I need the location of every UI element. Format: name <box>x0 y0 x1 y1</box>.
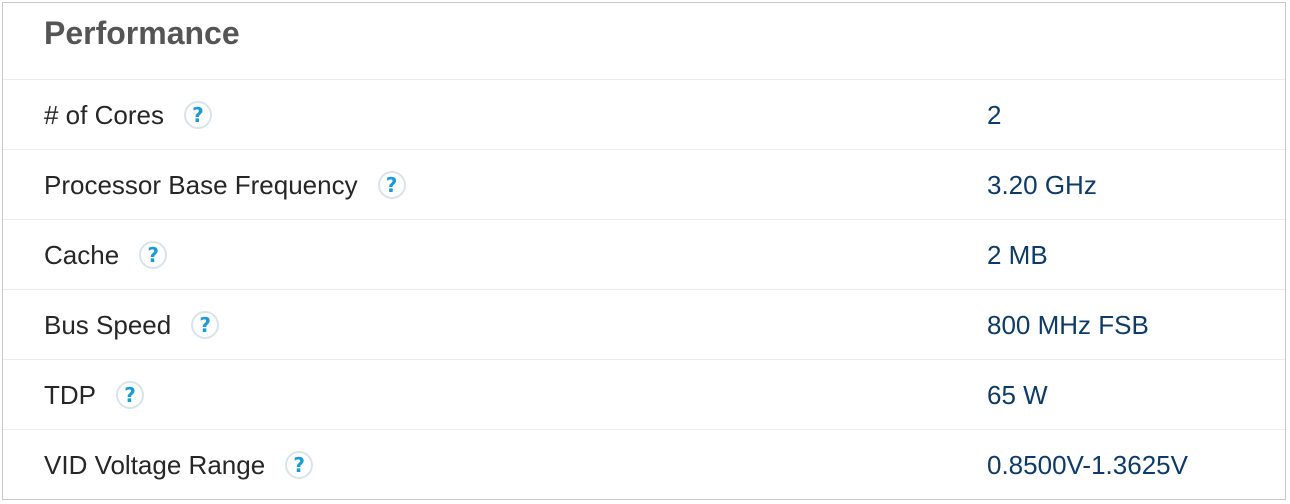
spec-value: 65 W <box>987 379 1048 410</box>
performance-spec-panel: Performance # of Cores ? 2 Processor Bas… <box>2 2 1286 500</box>
spec-label-group: Cache ? <box>44 220 168 290</box>
help-symbol: ? <box>147 243 159 267</box>
spec-row-base-frequency: Processor Base Frequency ? 3.20 GHz <box>3 150 1285 220</box>
question-mark-icon[interactable]: ? <box>377 171 406 199</box>
spec-row-cache: Cache ? 2 MB <box>3 220 1285 290</box>
question-mark-icon[interactable]: ? <box>285 451 314 479</box>
question-mark-icon[interactable]: ? <box>183 101 212 129</box>
spec-value: 800 MHz FSB <box>987 309 1149 340</box>
spec-row-bus-speed: Bus Speed ? 800 MHz FSB <box>3 290 1285 360</box>
spec-label: Cache <box>44 239 120 270</box>
spec-value: 2 <box>987 99 1002 130</box>
help-symbol: ? <box>192 103 204 127</box>
spec-row-vid-voltage: VID Voltage Range ? 0.8500V-1.3625V <box>3 430 1285 500</box>
help-symbol: ? <box>199 313 212 337</box>
spec-row-cores: # of Cores ? 2 <box>3 80 1285 150</box>
spec-row-tdp: TDP ? 65 W <box>3 360 1285 430</box>
spec-value: 2 MB <box>987 239 1048 270</box>
help-symbol: ? <box>385 173 398 197</box>
question-mark-icon[interactable]: ? <box>139 241 168 269</box>
help-symbol: ? <box>124 383 136 407</box>
question-mark-icon[interactable]: ? <box>191 311 220 339</box>
spec-label: TDP <box>44 379 96 410</box>
spec-label: Bus Speed <box>44 309 172 340</box>
spec-label: # of Cores <box>44 99 164 130</box>
help-symbol: ? <box>293 453 305 477</box>
spec-label: VID Voltage Range <box>44 449 266 480</box>
spec-label-group: Bus Speed ? <box>44 290 220 360</box>
spec-label: Processor Base Frequency <box>44 169 358 200</box>
spec-label-group: # of Cores ? <box>44 80 212 150</box>
panel-header: Performance <box>3 3 1285 80</box>
spec-value: 3.20 GHz <box>987 169 1097 200</box>
spec-label-group: TDP ? <box>44 360 144 430</box>
question-mark-icon[interactable]: ? <box>116 381 144 409</box>
spec-value: 0.8500V-1.3625V <box>987 449 1188 480</box>
spec-label-group: VID Voltage Range ? <box>44 430 314 500</box>
section-title: Performance <box>44 15 240 51</box>
spec-label-group: Processor Base Frequency ? <box>44 150 406 220</box>
